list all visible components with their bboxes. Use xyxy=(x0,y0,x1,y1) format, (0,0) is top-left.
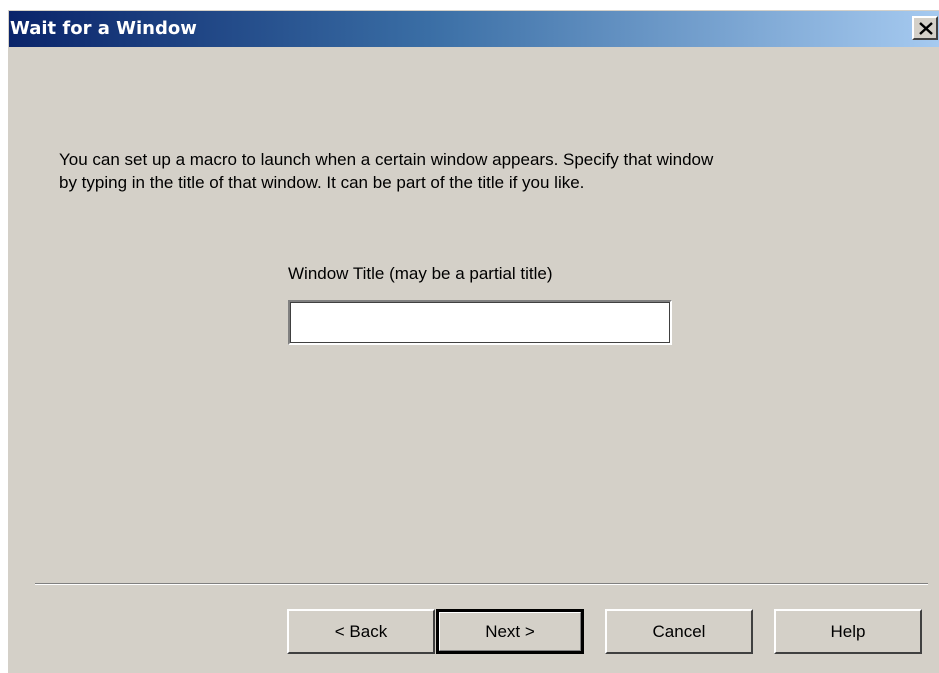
close-icon xyxy=(919,22,933,35)
wizard-dialog: Wait for a Window You can set up a macro… xyxy=(8,10,939,673)
back-button[interactable]: < Back xyxy=(287,609,435,654)
window-title: Wait for a Window xyxy=(10,18,197,39)
window-title-input[interactable] xyxy=(288,300,672,345)
instructions-line-1: You can set up a macro to launch when a … xyxy=(59,150,714,169)
cancel-button[interactable]: Cancel xyxy=(605,609,753,654)
window-title-label: Window Title (may be a partial title) xyxy=(288,264,553,283)
title-bar[interactable]: Wait for a Window xyxy=(9,11,939,47)
instructions-text: You can set up a macro to launch when a … xyxy=(59,148,919,194)
next-button[interactable]: Next > xyxy=(436,609,584,654)
button-separator xyxy=(35,583,928,585)
instructions-line-2: by typing in the title of that window. I… xyxy=(59,173,585,192)
help-button[interactable]: Help xyxy=(774,609,922,654)
close-button[interactable] xyxy=(912,16,938,40)
